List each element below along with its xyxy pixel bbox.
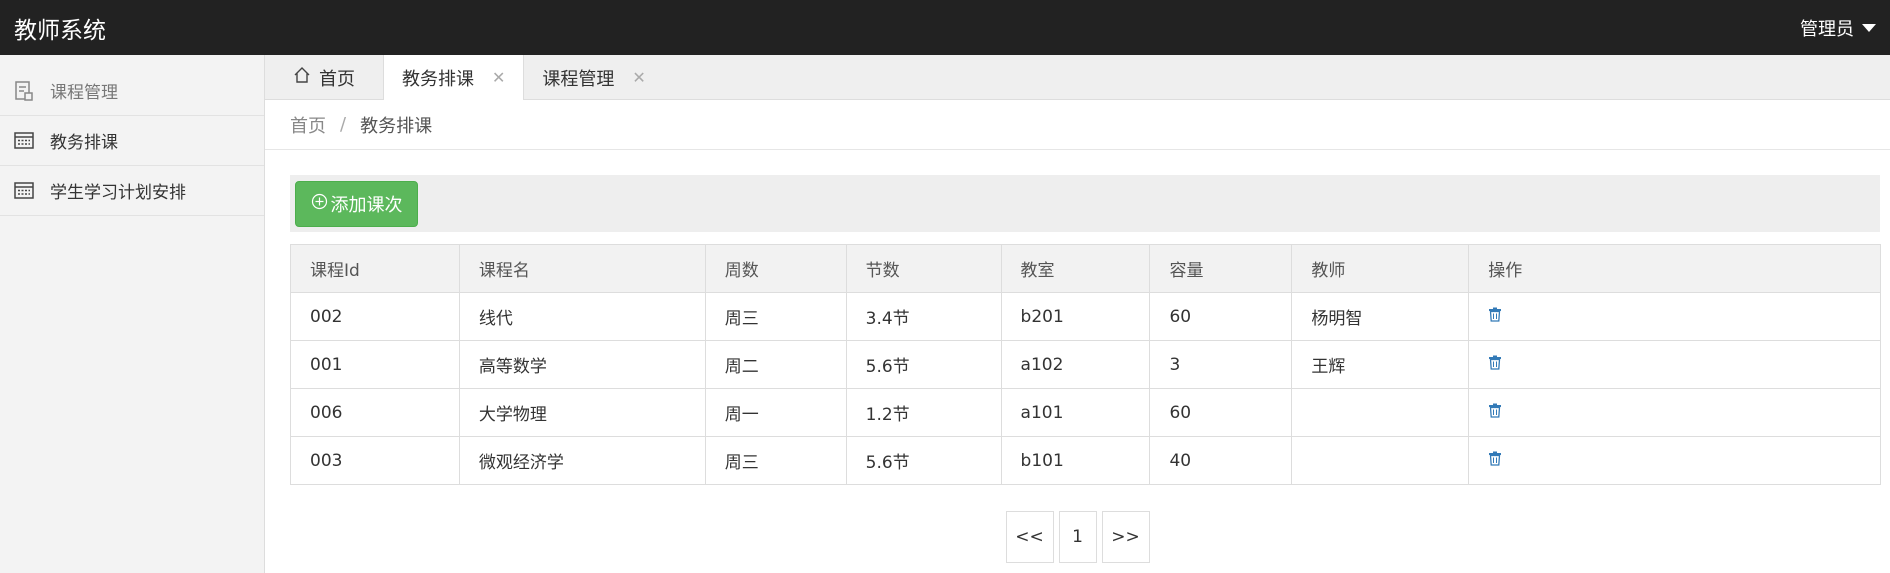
home-icon — [293, 66, 311, 89]
top-navbar: 教师系统 管理员 — [0, 0, 1890, 55]
cell-actions — [1468, 340, 1881, 389]
tab-bar: 首页 教务排课 ✕ 课程管理 ✕ — [265, 55, 1890, 100]
cell-classroom: a101 — [1000, 388, 1151, 437]
sidebar-item-label: 教务排课 — [50, 133, 118, 153]
add-session-button[interactable]: 添加课次 — [295, 180, 418, 227]
cell-teacher — [1291, 436, 1470, 485]
table-list-icon — [14, 181, 34, 201]
add-session-label: 添加课次 — [330, 194, 403, 216]
sidebar-item-label: 课程管理 — [50, 83, 118, 103]
app-title: 教师系统 — [14, 17, 106, 44]
table-list-icon — [14, 131, 34, 151]
user-name: 管理员 — [1800, 18, 1854, 40]
cell-capacity: 40 — [1149, 436, 1293, 485]
cell-course-name: 大学物理 — [458, 388, 706, 437]
tab-label: 教务排课 — [402, 68, 474, 90]
cell-course-id: 002 — [290, 292, 460, 341]
cell-weekday: 周一 — [704, 388, 847, 437]
tab-label: 首页 — [319, 68, 355, 90]
cell-actions — [1468, 436, 1881, 485]
cell-classroom: b101 — [1000, 436, 1151, 485]
breadcrumb-separator: / — [340, 114, 347, 135]
cell-teacher: 王辉 — [1291, 340, 1470, 389]
tab-course-management[interactable]: 课程管理 ✕ — [524, 55, 663, 100]
cell-teacher: 杨明智 — [1291, 292, 1470, 341]
column-header: 教师 — [1291, 244, 1470, 293]
sidebar-item-study-plan[interactable]: 学生学习计划安排 — [0, 166, 264, 216]
cell-teacher — [1291, 388, 1470, 437]
cell-period: 3.4节 — [845, 292, 1002, 341]
cell-period: 5.6节 — [845, 340, 1002, 389]
sidebar-item-label: 学生学习计划安排 — [50, 183, 186, 203]
column-header: 教室 — [1000, 244, 1151, 293]
column-header: 节数 — [845, 244, 1002, 293]
pagination-next-button[interactable]: >> — [1101, 511, 1150, 563]
close-icon[interactable]: ✕ — [632, 68, 645, 87]
column-header: 课程Id — [290, 244, 460, 293]
main-content: 首页 教务排课 ✕ 课程管理 ✕ 首页 / 教务排课 添加课次 课程Id 课程名… — [265, 55, 1890, 573]
cell-actions — [1468, 292, 1881, 341]
sidebar-item-course-management[interactable]: 课程管理 — [0, 66, 264, 116]
cell-period: 5.6节 — [845, 436, 1002, 485]
table-row: 003 微观经济学 周三 5.6节 b101 40 — [290, 436, 1881, 485]
column-header: 操作 — [1468, 244, 1881, 293]
cell-course-name: 微观经济学 — [458, 436, 706, 485]
trash-icon[interactable] — [1488, 451, 1502, 466]
sidebar-item-scheduling[interactable]: 教务排课 — [0, 116, 264, 166]
trash-icon[interactable] — [1488, 355, 1502, 370]
trash-icon[interactable] — [1488, 307, 1502, 322]
cell-weekday: 周三 — [704, 436, 847, 485]
tab-label: 课程管理 — [542, 68, 615, 90]
close-icon[interactable]: ✕ — [492, 68, 505, 87]
cell-classroom: b201 — [1000, 292, 1151, 341]
cell-weekday: 周二 — [704, 340, 847, 389]
cell-period: 1.2节 — [845, 388, 1002, 437]
pagination-page-button[interactable]: 1 — [1058, 511, 1097, 563]
column-header: 容量 — [1149, 244, 1293, 293]
column-header: 周数 — [704, 244, 847, 293]
cell-capacity: 3 — [1149, 340, 1293, 389]
plus-circle-icon — [311, 193, 328, 215]
tab-scheduling[interactable]: 教务排课 ✕ — [383, 55, 525, 100]
cell-capacity: 60 — [1149, 292, 1293, 341]
cell-course-id: 006 — [290, 388, 460, 437]
cell-course-id: 003 — [290, 436, 460, 485]
breadcrumb-current: 教务排课 — [360, 115, 433, 137]
trash-icon[interactable] — [1488, 403, 1502, 418]
tab-home[interactable]: 首页 — [265, 55, 383, 100]
sidebar: 课程管理 教务排课 学生学习计划安排 — [0, 55, 265, 573]
table-row: 006 大学物理 周一 1.2节 a101 60 — [290, 388, 1881, 437]
breadcrumb: 首页 / 教务排课 — [265, 100, 1890, 150]
course-doc-icon — [14, 80, 34, 101]
action-toolbar: 添加课次 — [290, 175, 1880, 232]
table-row: 002 线代 周三 3.4节 b201 60 杨明智 — [290, 292, 1881, 341]
table-header-row: 课程Id 课程名 周数 节数 教室 容量 教师 操作 — [290, 244, 1881, 293]
cell-course-name: 线代 — [458, 292, 706, 341]
breadcrumb-home-link[interactable]: 首页 — [290, 112, 326, 138]
user-menu-dropdown[interactable]: 管理员 — [1800, 15, 1876, 41]
schedule-table: 课程Id 课程名 周数 节数 教室 容量 教师 操作 002 线代 周三 3.4… — [290, 244, 1881, 485]
cell-course-name: 高等数学 — [458, 340, 706, 389]
table-row: 001 高等数学 周二 5.6节 a102 3 王辉 — [290, 340, 1881, 389]
column-header: 课程名 — [458, 244, 706, 293]
cell-capacity: 60 — [1149, 388, 1293, 437]
pagination-prev-button[interactable]: << — [1005, 511, 1054, 563]
caret-down-icon — [1862, 23, 1876, 32]
cell-weekday: 周三 — [704, 292, 847, 341]
cell-classroom: a102 — [1000, 340, 1151, 389]
cell-actions — [1468, 388, 1881, 437]
cell-course-id: 001 — [290, 340, 460, 389]
pagination: << 1 >> — [265, 511, 1890, 563]
